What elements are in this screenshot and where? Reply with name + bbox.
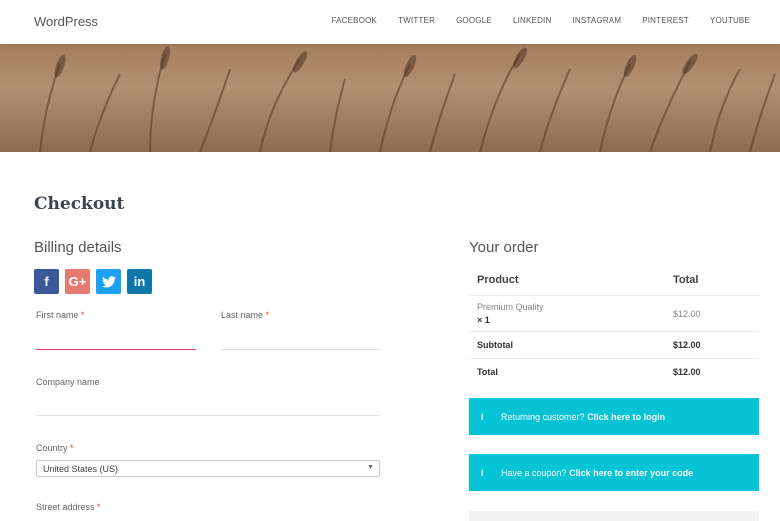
order-item-quantity: × 1: [477, 315, 490, 325]
facebook-icon: f: [44, 274, 49, 289]
linkedin-login-button[interactable]: in: [127, 269, 152, 294]
social-nav: FACEBOOK TWITTER GOOGLE LINKEDIN INSTAGR…: [331, 16, 750, 25]
last-name-label: Last name *: [221, 310, 270, 320]
order-item-name: Premium Quality: [477, 302, 544, 312]
country-label: Country *: [36, 443, 74, 453]
order-item-total: $12.00: [673, 308, 701, 319]
order-table: Product Total Premium Quality × 1 $12.00…: [469, 265, 759, 385]
login-form-panel: [469, 511, 759, 521]
nav-item-linkedin[interactable]: LINKEDIN: [513, 16, 552, 25]
nav-item-facebook[interactable]: FACEBOOK: [331, 16, 377, 25]
nav-item-google[interactable]: GOOGLE: [456, 16, 492, 25]
nav-item-twitter[interactable]: TWITTER: [398, 16, 435, 25]
total-column-header: Total: [673, 274, 699, 286]
coupon-link[interactable]: Click here to enter your code: [569, 468, 693, 478]
street-address-label: Street address *: [36, 502, 101, 512]
company-name-label: Company name: [36, 377, 100, 387]
coupon-text: Have a coupon?: [501, 467, 567, 478]
social-login-buttons: f G+ in: [34, 269, 152, 294]
company-name-field[interactable]: [36, 415, 380, 416]
order-table-header: Product Total: [469, 265, 759, 296]
billing-details-heading: Billing details: [34, 239, 122, 256]
total-value: $12.00: [673, 366, 701, 377]
coupon-notice: i Have a coupon? Click here to enter you…: [469, 454, 759, 491]
subtotal-row: Subtotal $12.00: [469, 332, 759, 359]
order-item-row: Premium Quality × 1 $12.00: [469, 296, 759, 332]
site-header: WordPress FACEBOOK TWITTER GOOGLE LINKED…: [0, 0, 780, 44]
info-icon: i: [481, 467, 484, 478]
google-plus-icon: G+: [68, 274, 87, 289]
info-icon: i: [481, 411, 484, 422]
total-row: Total $12.00: [469, 359, 759, 385]
twitter-login-button[interactable]: [96, 269, 121, 294]
returning-customer-text: Returning customer?: [501, 411, 585, 422]
login-link[interactable]: Click here to login: [587, 412, 665, 422]
order-item-product: Premium Quality × 1: [469, 296, 665, 332]
facebook-login-button[interactable]: f: [34, 269, 59, 294]
chevron-down-icon: ▼: [367, 464, 374, 471]
first-name-label: First name *: [36, 310, 85, 320]
product-column-header: Product: [477, 274, 519, 286]
google-plus-login-button[interactable]: G+: [65, 269, 90, 294]
returning-customer-notice: i Returning customer? Click here to logi…: [469, 398, 759, 435]
your-order-heading: Your order: [469, 239, 539, 256]
last-name-field[interactable]: [221, 349, 380, 350]
nav-item-youtube[interactable]: YOUTUBE: [710, 16, 750, 25]
linkedin-icon: in: [133, 274, 146, 289]
total-label: Total: [477, 366, 498, 377]
wheat-field-illustration: [39, 46, 776, 152]
subtotal-value: $12.00: [673, 340, 701, 350]
country-select[interactable]: United States (US) ▼: [36, 460, 380, 477]
country-select-value: United States (US): [43, 464, 119, 474]
page-title: Checkout: [34, 194, 125, 214]
twitter-icon: [101, 275, 116, 287]
nav-item-instagram[interactable]: INSTAGRAM: [572, 16, 621, 25]
subtotal-label: Subtotal: [477, 340, 513, 350]
hero-banner-image: [0, 44, 780, 152]
first-name-field[interactable]: [36, 349, 196, 350]
site-brand[interactable]: WordPress: [34, 14, 98, 29]
nav-item-pinterest[interactable]: PINTEREST: [642, 16, 689, 25]
